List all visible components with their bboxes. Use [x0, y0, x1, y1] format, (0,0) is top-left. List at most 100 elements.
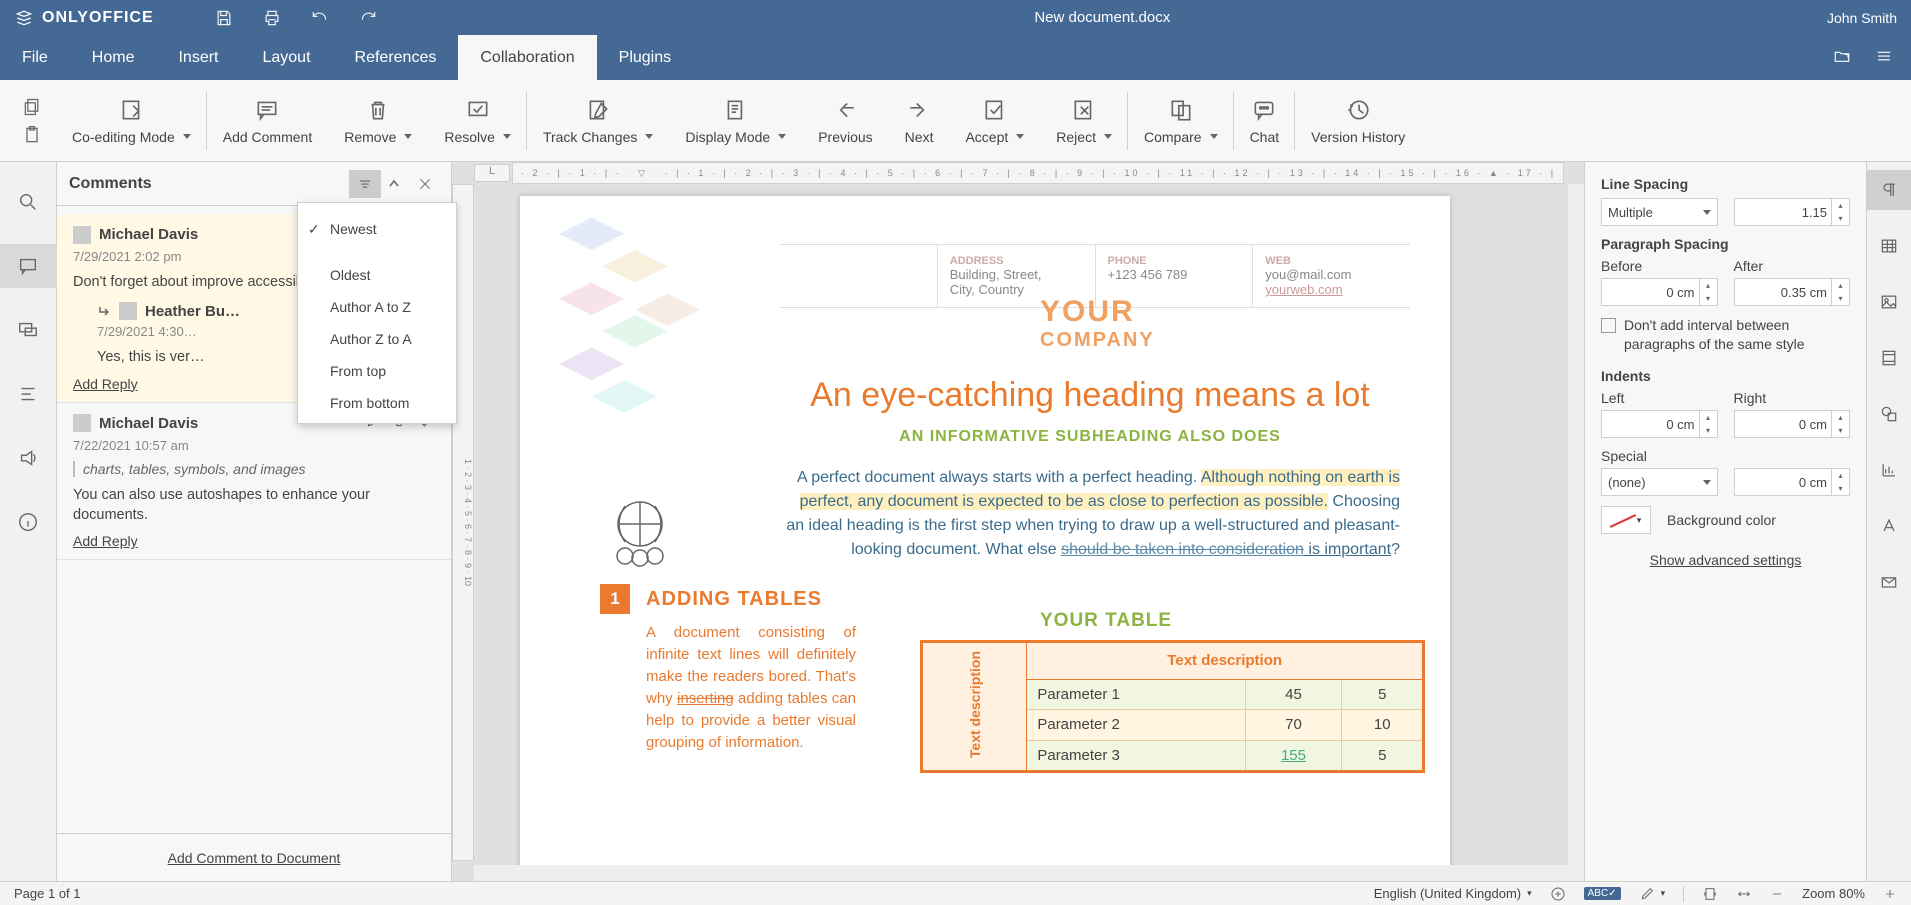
sort-menu: Newest Oldest Author A to Z Author Z to …	[297, 202, 457, 424]
sort-oldest[interactable]: Oldest	[298, 259, 456, 291]
paste-icon[interactable]	[22, 125, 42, 145]
horizontal-scrollbar[interactable]	[474, 865, 1568, 881]
indent-left[interactable]: 0 cm▴▾	[1601, 410, 1718, 438]
close-panel-icon[interactable]	[411, 170, 439, 198]
line-spacing-value[interactable]: 1.15▴▾	[1734, 198, 1851, 226]
sort-from-bottom[interactable]: From bottom	[298, 387, 456, 419]
title-bar: ONLYOFFICE New document.docx John Smith	[0, 0, 1911, 35]
advanced-settings-link[interactable]: Show advanced settings	[1601, 552, 1850, 568]
fit-page-icon[interactable]	[1702, 886, 1718, 902]
shape-tab-icon[interactable]	[1867, 394, 1911, 434]
menu-bar: File Home Insert Layout References Colla…	[0, 35, 1911, 80]
zoom-out-icon[interactable]	[1770, 887, 1784, 901]
zoom-in-icon[interactable]	[1883, 887, 1897, 901]
previous-button[interactable]: Previous	[802, 80, 888, 162]
copy-icon[interactable]	[22, 97, 42, 117]
add-comment-button[interactable]: Add Comment	[207, 80, 328, 162]
paragraph-settings-panel: Line Spacing Multiple 1.15▴▾ Paragraph S…	[1584, 162, 1866, 881]
mailmerge-tab-icon[interactable]	[1867, 562, 1911, 602]
reject-button[interactable]: Reject	[1040, 80, 1128, 162]
line-spacing-label: Line Spacing	[1601, 176, 1850, 192]
sort-comments-button[interactable]	[349, 170, 381, 198]
line-spacing-mode[interactable]: Multiple	[1601, 198, 1718, 226]
no-interval-checkbox[interactable]: Don't add interval between paragraphs of…	[1601, 316, 1850, 354]
comments-title: Comments	[69, 175, 349, 193]
phone-value: +123 456 789	[1108, 267, 1241, 282]
resolve-button[interactable]: Resolve	[428, 80, 527, 162]
print-icon[interactable]	[262, 8, 282, 28]
doc-table: Text descriptionText description Paramet…	[920, 640, 1425, 773]
sort-direction-icon[interactable]	[387, 177, 401, 191]
left-toolbar	[0, 162, 57, 881]
save-icon[interactable]	[214, 8, 234, 28]
next-button[interactable]: Next	[889, 80, 950, 162]
spacing-after[interactable]: 0.35 cm▴▾	[1734, 278, 1851, 306]
accept-button[interactable]: Accept	[949, 80, 1040, 162]
section-number: 1	[600, 584, 630, 614]
track-changes-button[interactable]: Track Changes	[527, 80, 669, 162]
comment-item[interactable]: Michael Davis 7/22/2021 10:57 am charts,…	[57, 403, 451, 561]
display-mode-button[interactable]: Display Mode	[669, 80, 802, 162]
horizontal-ruler[interactable]: · 2 · | · 1 · | · ▽ · | · 1 · | · 2 · | …	[512, 162, 1564, 184]
feedback-icon[interactable]	[0, 436, 57, 480]
open-location-icon[interactable]	[1833, 47, 1851, 68]
header-footer-tab-icon[interactable]	[1867, 338, 1911, 378]
page[interactable]: YOUR COMPANY ADDRESS Building, Street,Ci…	[520, 196, 1450, 881]
language-selector[interactable]: English (United Kingdom) ▾	[1374, 886, 1532, 901]
sort-from-top[interactable]: From top	[298, 355, 456, 387]
globe-icon	[600, 496, 680, 576]
comments-icon[interactable]	[0, 244, 57, 288]
fit-width-icon[interactable]	[1736, 886, 1752, 902]
document-canvas[interactable]: L · 2 · | · 1 · | · ▽ · | · 1 · | · 2 · …	[452, 162, 1584, 881]
add-reply-link[interactable]: Add Reply	[73, 533, 435, 549]
tab-plugins[interactable]: Plugins	[597, 35, 693, 80]
tab-home[interactable]: Home	[70, 35, 157, 80]
sort-author-az[interactable]: Author A to Z	[298, 291, 456, 323]
about-icon[interactable]	[0, 500, 57, 544]
image-tab-icon[interactable]	[1867, 282, 1911, 322]
track-changes-toggle[interactable]: ▾	[1639, 886, 1666, 902]
right-toolbar	[1866, 162, 1911, 881]
doc-paragraph: A perfect document always starts with a …	[780, 466, 1400, 562]
textart-tab-icon[interactable]	[1867, 506, 1911, 546]
add-comment-link[interactable]: Add Comment to Document	[168, 850, 341, 866]
menu-icon[interactable]	[1875, 47, 1893, 68]
spellcheck-toggle[interactable]: ABC✓	[1584, 887, 1621, 900]
indents-label: Indents	[1601, 368, 1850, 384]
compare-button[interactable]: Compare	[1128, 80, 1234, 162]
table-tab-icon[interactable]	[1867, 226, 1911, 266]
tab-file[interactable]: File	[0, 35, 70, 80]
zoom-indicator[interactable]: Zoom 80%	[1802, 886, 1865, 901]
doc-heading: An eye-catching heading means a lot	[780, 376, 1400, 415]
coediting-mode-button[interactable]: Co-editing Mode	[56, 80, 207, 162]
chat-button[interactable]: Chat	[1234, 80, 1296, 162]
redo-icon[interactable]	[358, 8, 378, 28]
spacing-before[interactable]: 0 cm▴▾	[1601, 278, 1718, 306]
spellcheck-icon[interactable]	[1550, 886, 1566, 902]
special-mode[interactable]: (none)	[1601, 468, 1718, 496]
search-icon[interactable]	[0, 180, 57, 224]
vertical-scrollbar[interactable]	[1568, 184, 1584, 881]
web-label: WEB	[1265, 255, 1398, 267]
indent-left-label: Left	[1601, 390, 1718, 406]
indent-right[interactable]: 0 cm▴▾	[1734, 410, 1851, 438]
tab-references[interactable]: References	[333, 35, 459, 80]
paragraph-tab-icon[interactable]	[1867, 170, 1911, 210]
page-indicator[interactable]: Page 1 of 1	[14, 886, 81, 901]
chart-tab-icon[interactable]	[1867, 450, 1911, 490]
ribbon: Co-editing Mode Add Comment Remove Resol…	[0, 80, 1911, 162]
letterhead-table: YOUR COMPANY ADDRESS Building, Street,Ci…	[780, 244, 1410, 308]
tab-collaboration[interactable]: Collaboration	[458, 35, 596, 80]
undo-icon[interactable]	[310, 8, 330, 28]
chat-icon[interactable]	[0, 308, 57, 352]
sort-newest[interactable]: Newest	[298, 213, 456, 245]
special-value[interactable]: 0 cm▴▾	[1734, 468, 1851, 496]
background-color-button[interactable]: ▾	[1601, 506, 1651, 534]
tab-layout[interactable]: Layout	[240, 35, 332, 80]
remove-button[interactable]: Remove	[328, 80, 428, 162]
user-name[interactable]: John Smith	[1827, 10, 1897, 26]
sort-author-za[interactable]: Author Z to A	[298, 323, 456, 355]
navigation-icon[interactable]	[0, 372, 57, 416]
version-history-button[interactable]: Version History	[1295, 80, 1421, 162]
tab-insert[interactable]: Insert	[156, 35, 240, 80]
